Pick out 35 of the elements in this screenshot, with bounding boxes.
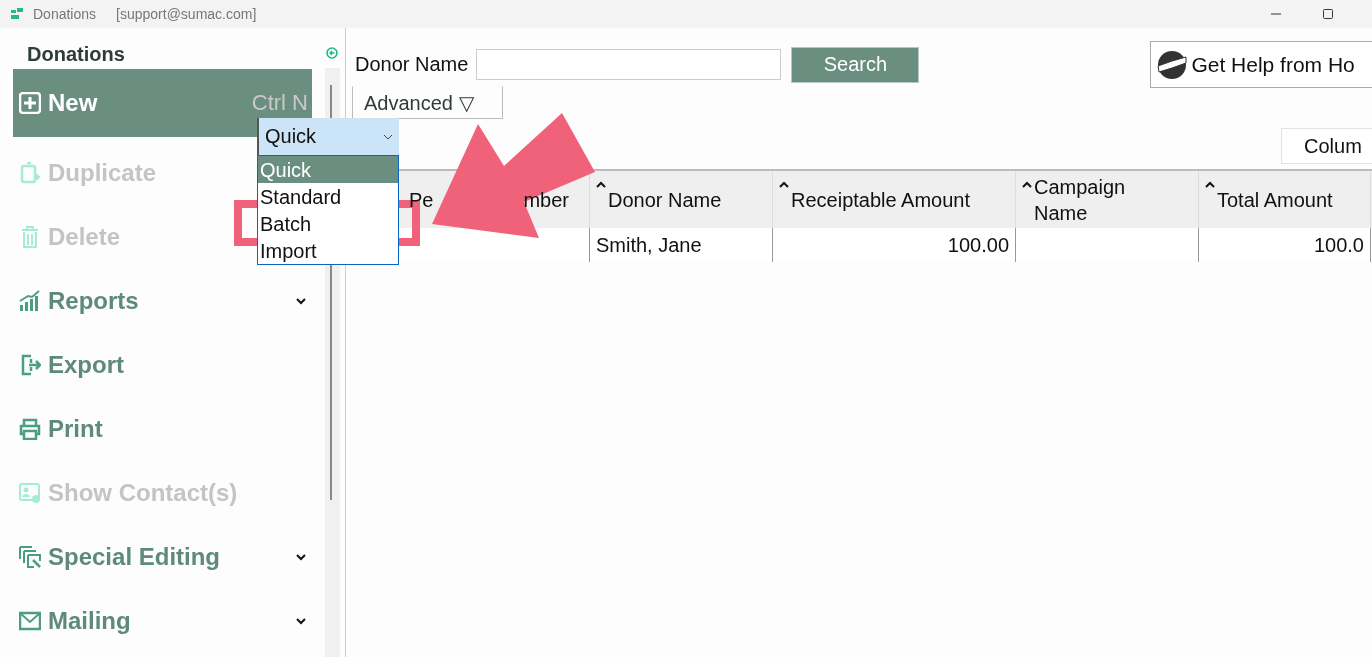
sidebar-item[interactable]: Reports xyxy=(13,269,312,333)
layers-cursor-icon xyxy=(19,546,41,568)
sidebar-title: Donations xyxy=(27,42,126,67)
help-icon xyxy=(1157,49,1188,80)
collapse-icon xyxy=(325,47,338,59)
column-header-text: Pe xyxy=(409,187,434,213)
dropdown-option[interactable]: Quick xyxy=(258,156,398,183)
column-header-text: mber xyxy=(523,187,569,213)
help-button[interactable]: Get Help from Ho xyxy=(1150,41,1372,88)
dropdown-option[interactable]: Import xyxy=(258,237,398,264)
sidebar-item[interactable]: Print xyxy=(13,397,251,461)
sidebar-item[interactable]: Special Editing xyxy=(13,525,312,589)
bar-chart-icon xyxy=(19,290,41,312)
field-label: Donor Name xyxy=(355,53,469,76)
plus-square-icon xyxy=(19,92,41,114)
chevron-down-icon xyxy=(383,133,393,140)
maximize-icon xyxy=(1322,8,1334,20)
window-title: Donations xyxy=(33,6,97,22)
envelope-icon xyxy=(19,610,41,632)
dropdown-option[interactable]: Standard xyxy=(258,183,398,210)
contact-card-icon xyxy=(19,482,41,504)
dropdown-option[interactable]: Batch xyxy=(258,210,398,237)
donor-name-field[interactable] xyxy=(476,49,782,80)
export-icon xyxy=(19,354,41,376)
trash-icon xyxy=(19,226,41,248)
columns-button[interactable]: Colum xyxy=(1281,128,1372,164)
account-email: [support@sumac.com] xyxy=(116,6,257,22)
type-dropdown[interactable]: Quick xyxy=(257,118,399,155)
duplicate-icon xyxy=(19,162,41,184)
sidebar-item[interactable]: Export xyxy=(13,333,251,397)
shortcut-label: Ctrl N xyxy=(251,90,308,116)
sidebar-item[interactable]: Mailing xyxy=(13,589,312,653)
printer-icon xyxy=(19,418,41,440)
search-button[interactable]: Search xyxy=(791,46,920,83)
app-logo-icon xyxy=(11,8,25,20)
